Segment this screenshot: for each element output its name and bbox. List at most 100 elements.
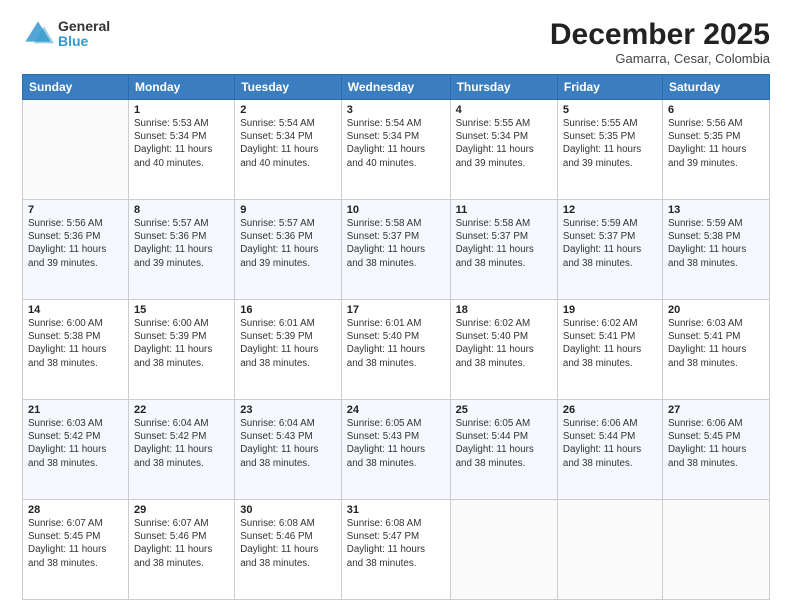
calendar-cell: 20Sunrise: 6:03 AM Sunset: 5:41 PM Dayli… xyxy=(662,300,769,400)
calendar-header-row: Sunday Monday Tuesday Wednesday Thursday… xyxy=(23,75,770,100)
location-subtitle: Gamarra, Cesar, Colombia xyxy=(550,51,770,66)
day-info: Sunrise: 6:07 AM Sunset: 5:45 PM Dayligh… xyxy=(28,517,123,570)
title-block: December 2025 Gamarra, Cesar, Colombia xyxy=(550,18,770,66)
logo-general-text: General xyxy=(58,19,110,34)
calendar-cell: 12Sunrise: 5:59 AM Sunset: 5:37 PM Dayli… xyxy=(557,200,662,300)
day-number: 15 xyxy=(134,304,229,316)
calendar-cell: 9Sunrise: 5:57 AM Sunset: 5:36 PM Daylig… xyxy=(235,200,342,300)
day-info: Sunrise: 6:02 AM Sunset: 5:40 PM Dayligh… xyxy=(456,317,552,370)
day-number: 16 xyxy=(240,304,336,316)
day-info: Sunrise: 5:59 AM Sunset: 5:37 PM Dayligh… xyxy=(563,217,657,270)
calendar-cell: 14Sunrise: 6:00 AM Sunset: 5:38 PM Dayli… xyxy=(23,300,129,400)
logo: General Blue xyxy=(22,18,110,50)
day-info: Sunrise: 5:54 AM Sunset: 5:34 PM Dayligh… xyxy=(240,117,336,170)
day-info: Sunrise: 5:55 AM Sunset: 5:35 PM Dayligh… xyxy=(563,117,657,170)
calendar-cell: 25Sunrise: 6:05 AM Sunset: 5:44 PM Dayli… xyxy=(450,400,557,500)
logo-icon xyxy=(22,18,54,50)
day-info: Sunrise: 5:57 AM Sunset: 5:36 PM Dayligh… xyxy=(134,217,229,270)
calendar-week-4: 28Sunrise: 6:07 AM Sunset: 5:45 PM Dayli… xyxy=(23,500,770,600)
calendar-cell: 13Sunrise: 5:59 AM Sunset: 5:38 PM Dayli… xyxy=(662,200,769,300)
day-number: 27 xyxy=(668,404,764,416)
day-number: 11 xyxy=(456,204,552,216)
day-number: 31 xyxy=(347,504,445,516)
day-info: Sunrise: 6:08 AM Sunset: 5:46 PM Dayligh… xyxy=(240,517,336,570)
day-info: Sunrise: 6:06 AM Sunset: 5:44 PM Dayligh… xyxy=(563,417,657,470)
day-number: 21 xyxy=(28,404,123,416)
day-number: 24 xyxy=(347,404,445,416)
header-monday: Monday xyxy=(128,75,234,100)
header-friday: Friday xyxy=(557,75,662,100)
calendar-cell: 24Sunrise: 6:05 AM Sunset: 5:43 PM Dayli… xyxy=(341,400,450,500)
day-info: Sunrise: 6:08 AM Sunset: 5:47 PM Dayligh… xyxy=(347,517,445,570)
day-info: Sunrise: 6:00 AM Sunset: 5:38 PM Dayligh… xyxy=(28,317,123,370)
header-thursday: Thursday xyxy=(450,75,557,100)
day-info: Sunrise: 6:05 AM Sunset: 5:43 PM Dayligh… xyxy=(347,417,445,470)
header-tuesday: Tuesday xyxy=(235,75,342,100)
page: General Blue December 2025 Gamarra, Cesa… xyxy=(0,0,792,612)
calendar-cell: 19Sunrise: 6:02 AM Sunset: 5:41 PM Dayli… xyxy=(557,300,662,400)
day-number: 9 xyxy=(240,204,336,216)
day-number: 10 xyxy=(347,204,445,216)
calendar-cell: 26Sunrise: 6:06 AM Sunset: 5:44 PM Dayli… xyxy=(557,400,662,500)
day-info: Sunrise: 5:58 AM Sunset: 5:37 PM Dayligh… xyxy=(456,217,552,270)
calendar-cell xyxy=(662,500,769,600)
header-wednesday: Wednesday xyxy=(341,75,450,100)
header: General Blue December 2025 Gamarra, Cesa… xyxy=(22,18,770,66)
calendar-cell: 6Sunrise: 5:56 AM Sunset: 5:35 PM Daylig… xyxy=(662,100,769,200)
day-info: Sunrise: 6:02 AM Sunset: 5:41 PM Dayligh… xyxy=(563,317,657,370)
calendar-week-1: 7Sunrise: 5:56 AM Sunset: 5:36 PM Daylig… xyxy=(23,200,770,300)
header-saturday: Saturday xyxy=(662,75,769,100)
day-number: 3 xyxy=(347,104,445,116)
day-number: 30 xyxy=(240,504,336,516)
day-info: Sunrise: 5:56 AM Sunset: 5:35 PM Dayligh… xyxy=(668,117,764,170)
day-number: 26 xyxy=(563,404,657,416)
day-number: 1 xyxy=(134,104,229,116)
day-info: Sunrise: 6:03 AM Sunset: 5:41 PM Dayligh… xyxy=(668,317,764,370)
calendar-cell: 10Sunrise: 5:58 AM Sunset: 5:37 PM Dayli… xyxy=(341,200,450,300)
day-number: 7 xyxy=(28,204,123,216)
calendar-cell: 15Sunrise: 6:00 AM Sunset: 5:39 PM Dayli… xyxy=(128,300,234,400)
day-info: Sunrise: 6:00 AM Sunset: 5:39 PM Dayligh… xyxy=(134,317,229,370)
calendar-cell xyxy=(23,100,129,200)
month-title: December 2025 xyxy=(550,18,770,51)
calendar-cell: 18Sunrise: 6:02 AM Sunset: 5:40 PM Dayli… xyxy=(450,300,557,400)
logo-text: General Blue xyxy=(58,19,110,50)
day-number: 28 xyxy=(28,504,123,516)
calendar-cell: 23Sunrise: 6:04 AM Sunset: 5:43 PM Dayli… xyxy=(235,400,342,500)
day-info: Sunrise: 6:01 AM Sunset: 5:40 PM Dayligh… xyxy=(347,317,445,370)
day-info: Sunrise: 6:03 AM Sunset: 5:42 PM Dayligh… xyxy=(28,417,123,470)
day-number: 4 xyxy=(456,104,552,116)
calendar-table: Sunday Monday Tuesday Wednesday Thursday… xyxy=(22,74,770,600)
day-info: Sunrise: 6:04 AM Sunset: 5:42 PM Dayligh… xyxy=(134,417,229,470)
calendar-cell xyxy=(557,500,662,600)
day-number: 13 xyxy=(668,204,764,216)
day-info: Sunrise: 5:53 AM Sunset: 5:34 PM Dayligh… xyxy=(134,117,229,170)
logo-blue-text: Blue xyxy=(58,34,110,49)
calendar-cell: 30Sunrise: 6:08 AM Sunset: 5:46 PM Dayli… xyxy=(235,500,342,600)
day-number: 17 xyxy=(347,304,445,316)
calendar-week-0: 1Sunrise: 5:53 AM Sunset: 5:34 PM Daylig… xyxy=(23,100,770,200)
day-info: Sunrise: 5:58 AM Sunset: 5:37 PM Dayligh… xyxy=(347,217,445,270)
calendar-cell: 11Sunrise: 5:58 AM Sunset: 5:37 PM Dayli… xyxy=(450,200,557,300)
day-info: Sunrise: 5:59 AM Sunset: 5:38 PM Dayligh… xyxy=(668,217,764,270)
day-number: 18 xyxy=(456,304,552,316)
calendar-cell: 21Sunrise: 6:03 AM Sunset: 5:42 PM Dayli… xyxy=(23,400,129,500)
day-number: 25 xyxy=(456,404,552,416)
calendar-cell: 17Sunrise: 6:01 AM Sunset: 5:40 PM Dayli… xyxy=(341,300,450,400)
calendar-cell: 1Sunrise: 5:53 AM Sunset: 5:34 PM Daylig… xyxy=(128,100,234,200)
day-number: 14 xyxy=(28,304,123,316)
day-info: Sunrise: 5:57 AM Sunset: 5:36 PM Dayligh… xyxy=(240,217,336,270)
calendar-cell: 5Sunrise: 5:55 AM Sunset: 5:35 PM Daylig… xyxy=(557,100,662,200)
calendar-week-2: 14Sunrise: 6:00 AM Sunset: 5:38 PM Dayli… xyxy=(23,300,770,400)
day-number: 20 xyxy=(668,304,764,316)
calendar-cell: 29Sunrise: 6:07 AM Sunset: 5:46 PM Dayli… xyxy=(128,500,234,600)
calendar-cell: 2Sunrise: 5:54 AM Sunset: 5:34 PM Daylig… xyxy=(235,100,342,200)
calendar-cell: 8Sunrise: 5:57 AM Sunset: 5:36 PM Daylig… xyxy=(128,200,234,300)
day-number: 12 xyxy=(563,204,657,216)
calendar-cell: 27Sunrise: 6:06 AM Sunset: 5:45 PM Dayli… xyxy=(662,400,769,500)
day-number: 29 xyxy=(134,504,229,516)
calendar-week-3: 21Sunrise: 6:03 AM Sunset: 5:42 PM Dayli… xyxy=(23,400,770,500)
day-info: Sunrise: 5:55 AM Sunset: 5:34 PM Dayligh… xyxy=(456,117,552,170)
calendar-cell: 31Sunrise: 6:08 AM Sunset: 5:47 PM Dayli… xyxy=(341,500,450,600)
day-number: 8 xyxy=(134,204,229,216)
